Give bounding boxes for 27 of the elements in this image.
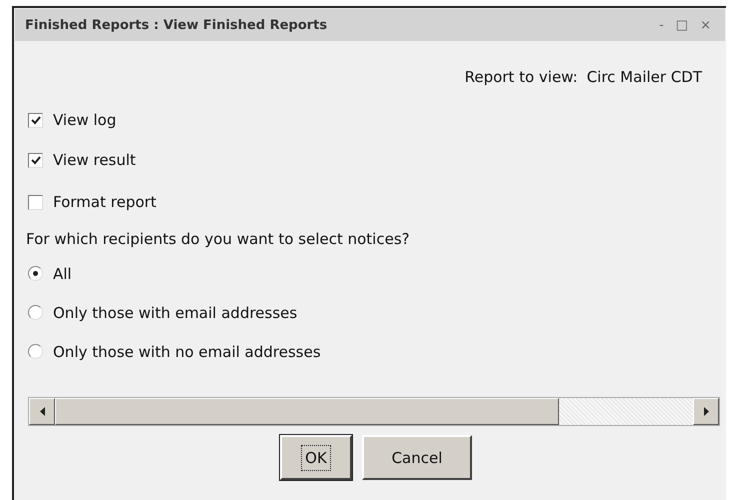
- checkbox-label: Format report: [53, 193, 156, 211]
- radio-label: Only those with no email addresses: [53, 342, 321, 360]
- radio-button[interactable]: [28, 344, 43, 359]
- report-label: Report to view:: [464, 68, 578, 88]
- question-text: For which recipients do you want to select notices?: [26, 230, 410, 248]
- checkbox[interactable]: [28, 112, 43, 128]
- cancel-button[interactable]: Cancel: [362, 435, 472, 480]
- report-name: Circ Mailer CDT: [586, 68, 702, 88]
- ok-button[interactable]: OK: [280, 435, 352, 480]
- checkbox-label: View result: [53, 151, 136, 169]
- scrollbar-thumb[interactable]: [55, 398, 560, 425]
- radio-button[interactable]: [28, 266, 43, 281]
- minimize-button[interactable]: -: [653, 18, 670, 32]
- scroll-right-button[interactable]: [693, 398, 719, 425]
- radio-label: All: [53, 264, 72, 282]
- horizontal-scrollbar[interactable]: [28, 397, 720, 426]
- close-button[interactable]: ×: [694, 18, 717, 32]
- maximize-button[interactable]: □: [670, 18, 694, 32]
- checkbox[interactable]: [28, 194, 43, 210]
- checkbox[interactable]: [28, 152, 43, 168]
- right-triangle-icon: [704, 407, 708, 416]
- left-triangle-icon: [40, 407, 44, 416]
- window-title: Finished Reports : View Finished Reports: [25, 18, 328, 32]
- scroll-left-button[interactable]: [29, 398, 55, 425]
- radio-button[interactable]: [28, 305, 43, 320]
- checkbox-label: View log: [53, 111, 116, 129]
- radio-label: Only those with email addresses: [53, 304, 298, 322]
